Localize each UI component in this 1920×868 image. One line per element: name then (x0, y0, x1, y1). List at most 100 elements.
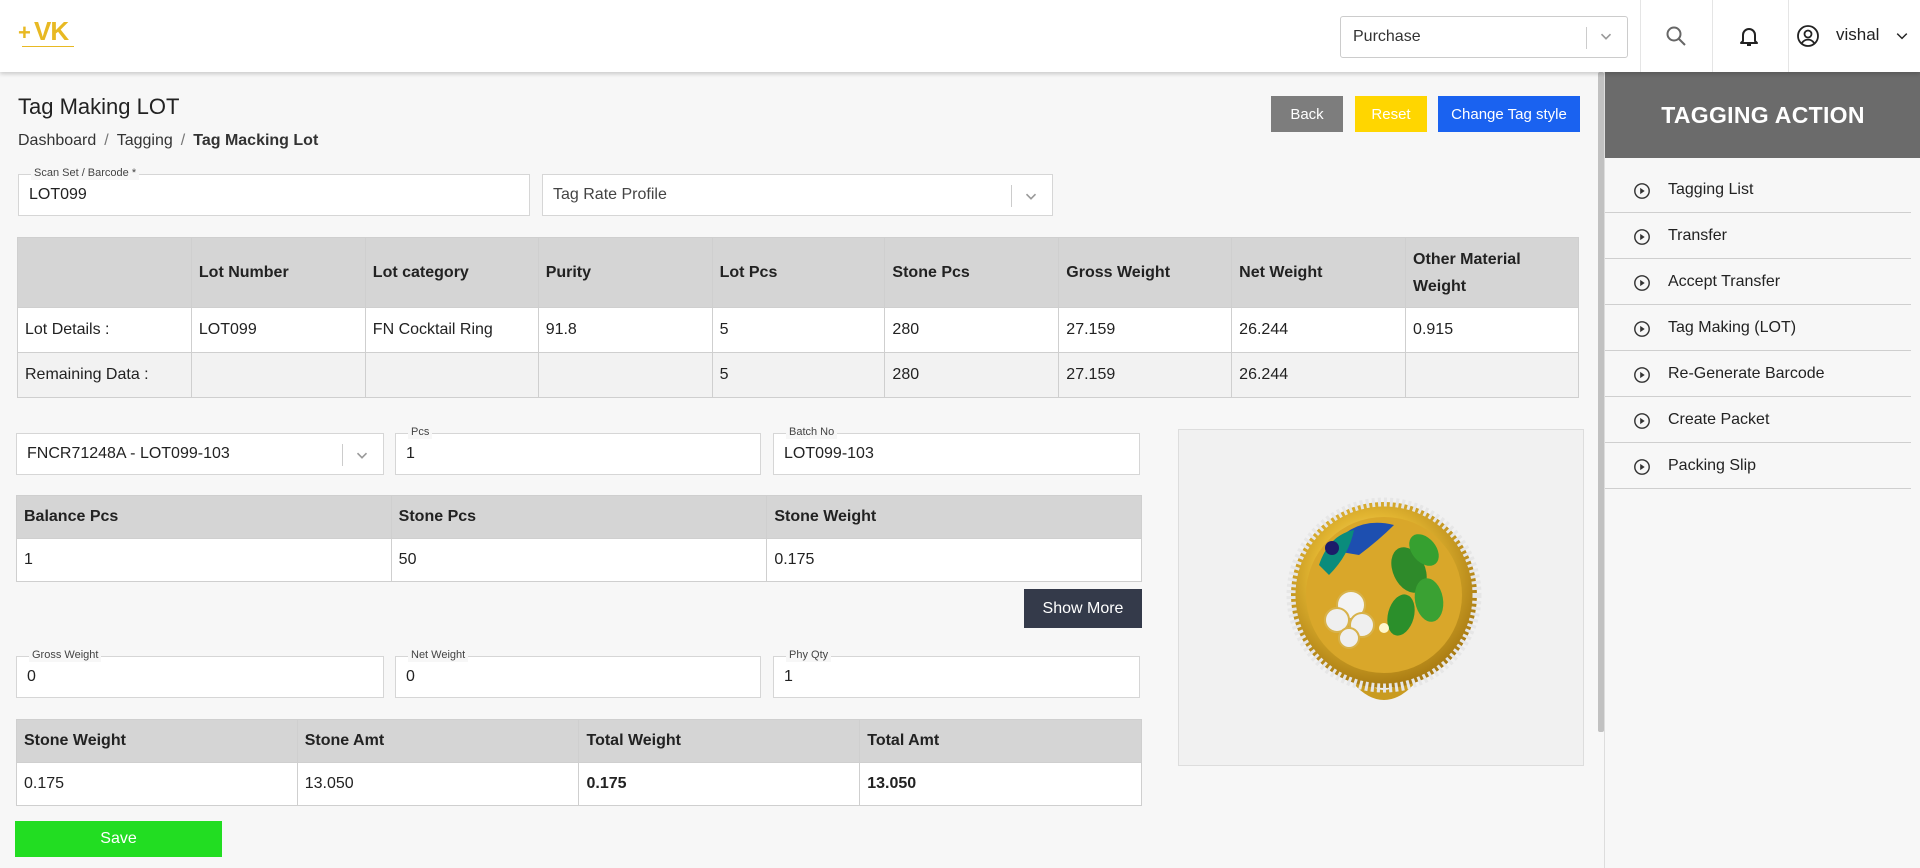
table-row: Lot Details : LOT099 FN Cocktail Ring 91… (17, 307, 1579, 353)
breadcrumb-separator: / (104, 132, 109, 149)
column-header: Stone Amt (296, 719, 580, 763)
play-circle-icon (1634, 413, 1650, 429)
net-weight-value: 0 (406, 668, 415, 685)
reset-button[interactable]: Reset (1355, 96, 1427, 132)
select-separator (342, 444, 343, 466)
logo-underline (22, 46, 74, 49)
table-header-row: Stone Weight Stone Amt Total Weight Tota… (16, 719, 1142, 763)
gross-weight-field[interactable]: Gross Weight 0 (16, 648, 384, 698)
panel-item-transfer[interactable]: Transfer (1605, 213, 1911, 259)
table-cell: 0.175 (766, 538, 1142, 582)
panel-item-label: Tag Making (LOT) (1668, 319, 1797, 336)
tagging-action-panel: TAGGING ACTION Tagging List Transfer Acc… (1604, 72, 1920, 868)
table-cell: 280 (884, 307, 1060, 353)
panel-item-packing-slip[interactable]: Packing Slip (1605, 443, 1911, 489)
column-header: Stone Pcs (884, 237, 1060, 308)
bell-icon[interactable] (1737, 24, 1761, 48)
column-header (17, 237, 192, 308)
design-select[interactable]: FNCR71248A - LOT099-103 (16, 433, 384, 475)
table-cell: FN Cocktail Ring (364, 307, 539, 353)
panel-item-label: Tagging List (1668, 181, 1754, 198)
breadcrumb-separator: / (180, 132, 186, 149)
table-cell: 26.244 (1231, 352, 1407, 398)
back-button[interactable]: Back (1271, 96, 1343, 132)
column-header: Stone Pcs (390, 495, 768, 539)
table-cell: Remaining Data : (17, 352, 192, 398)
play-circle-icon (1634, 183, 1650, 199)
show-more-button[interactable]: Show More (1024, 589, 1142, 628)
table-cell (1405, 352, 1579, 398)
table-cell: 0.175 (16, 762, 298, 806)
table-cell: 13.050 (296, 762, 580, 806)
scan-barcode-label: Scan Set / Barcode * (31, 166, 140, 180)
play-circle-icon (1634, 229, 1650, 245)
table-cell: 5 (711, 307, 886, 353)
search-icon[interactable] (1664, 24, 1688, 48)
table-cell: 1 (16, 538, 392, 582)
table-cell: 5 (711, 352, 886, 398)
breadcrumb: Dashboard / Tagging / Tag Macking Lot (18, 132, 318, 150)
select-separator (1011, 185, 1012, 207)
page-title: Tag Making LOT (18, 94, 180, 119)
panel-item-create-packet[interactable]: Create Packet (1605, 397, 1911, 443)
panel-item-label: Packing Slip (1668, 457, 1757, 474)
panel-item-tag-making-lot[interactable]: Tag Making (LOT) (1605, 305, 1911, 351)
scan-barcode-field[interactable]: Scan Set / Barcode * LOT099 (18, 166, 530, 216)
brand-logo[interactable]: + VK (18, 14, 78, 54)
column-header: Net Weight (1231, 237, 1407, 308)
table-cell (190, 352, 366, 398)
table-cell: 280 (884, 352, 1060, 398)
table-row: 0.175 13.050 0.175 13.050 (16, 762, 1142, 806)
user-name[interactable]: vishal (1836, 25, 1879, 45)
column-header: Stone Weight (766, 495, 1142, 539)
net-weight-field[interactable]: Net Weight 0 (395, 648, 761, 698)
logo-text: VK (34, 16, 69, 46)
table-cell (537, 352, 713, 398)
header-divider (1712, 0, 1713, 72)
batch-no-field[interactable]: Batch No LOT099-103 (773, 425, 1140, 475)
scan-barcode-value: LOT099 (29, 186, 87, 203)
play-circle-icon (1634, 321, 1650, 337)
header-divider (1788, 0, 1789, 72)
user-avatar-icon[interactable] (1796, 24, 1820, 48)
column-header: Other Material Weight (1405, 237, 1579, 308)
play-circle-icon (1634, 367, 1650, 383)
phy-qty-field[interactable]: Phy Qty 1 (773, 648, 1140, 698)
lot-details-table: Lot Number Lot category Purity Lot Pcs S… (17, 237, 1579, 398)
header-divider (1640, 0, 1641, 72)
pcs-field[interactable]: Pcs 1 (395, 425, 761, 475)
panel-item-accept-transfer[interactable]: Accept Transfer (1605, 259, 1911, 305)
gross-weight-value: 0 (27, 668, 36, 685)
tag-rate-profile-select[interactable]: Tag Rate Profile (542, 174, 1053, 216)
table-header-row: Lot Number Lot category Purity Lot Pcs S… (17, 237, 1579, 308)
table-header-row: Balance Pcs Stone Pcs Stone Weight (16, 495, 1142, 539)
save-button[interactable]: Save (15, 821, 222, 857)
table-cell: 0.175 (578, 762, 861, 806)
batch-no-label: Batch No (786, 425, 838, 439)
pcs-label: Pcs (408, 425, 433, 439)
panel-item-tagging-list[interactable]: Tagging List (1605, 167, 1911, 213)
net-weight-label: Net Weight (408, 648, 469, 662)
table-row: 1 50 0.175 (16, 538, 1142, 582)
gross-weight-label: Gross Weight (29, 648, 102, 662)
table-cell (364, 352, 539, 398)
change-tag-style-button[interactable]: Change Tag style (1438, 96, 1580, 132)
module-select[interactable]: Purchase (1340, 16, 1628, 58)
chevron-down-icon[interactable] (1894, 28, 1910, 44)
chevron-down-icon (1600, 33, 1612, 40)
module-select-value: Purchase (1353, 28, 1421, 45)
tag-rate-profile-placeholder: Tag Rate Profile (553, 186, 667, 203)
panel-title: TAGGING ACTION (1605, 72, 1920, 158)
table-cell: 27.159 (1058, 352, 1233, 398)
column-header: Lot category (364, 237, 539, 308)
logo-mark: + (18, 20, 31, 45)
totals-table: Stone Weight Stone Amt Total Weight Tota… (16, 719, 1142, 806)
breadcrumb-dashboard[interactable]: Dashboard (18, 132, 96, 149)
phy-qty-value: 1 (784, 668, 793, 685)
panel-item-regenerate-barcode[interactable]: Re-Generate Barcode (1605, 351, 1911, 397)
table-cell: Lot Details : (17, 307, 192, 353)
table-cell: 26.244 (1231, 307, 1407, 353)
breadcrumb-tagging[interactable]: Tagging (117, 132, 173, 149)
table-cell: 91.8 (537, 307, 713, 353)
panel-item-label: Re-Generate Barcode (1668, 365, 1825, 382)
